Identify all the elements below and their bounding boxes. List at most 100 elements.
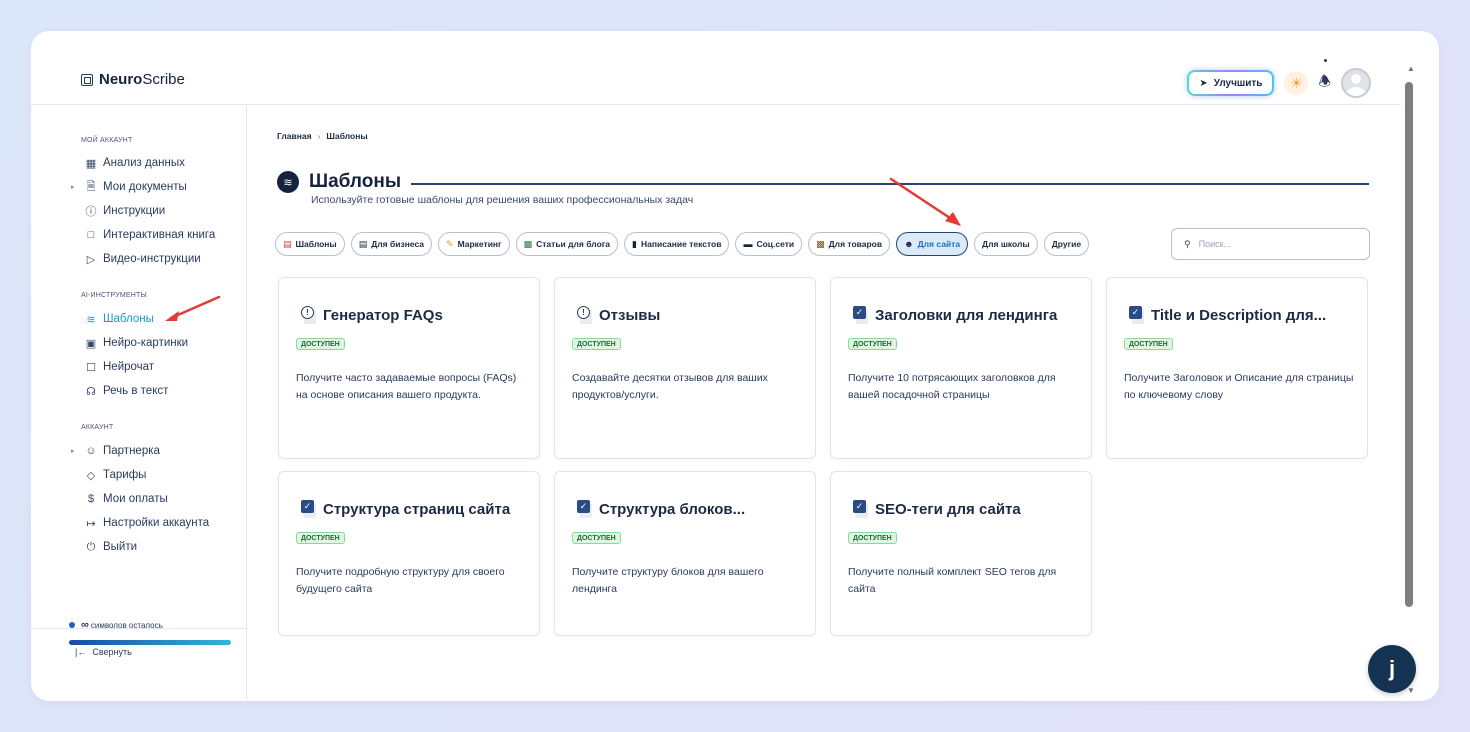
sidebar-section-my-account: МОЙ АККАУНТ: [81, 137, 133, 144]
title-rule: [411, 183, 1369, 185]
sidebar-item-tariffs[interactable]: ◇ Тарифы: [71, 465, 147, 485]
avatar[interactable]: [1341, 68, 1371, 98]
sidebar-item-label: Мои документы: [103, 181, 187, 193]
card-title: Структура блоков...: [599, 501, 746, 518]
info-document-icon: !: [577, 306, 593, 324]
top-actions: ➤ Улучшить ☀ 🕭: [1187, 59, 1371, 98]
card-description: Создавайте десятки отзывов для ваших про…: [572, 372, 768, 401]
buildings-icon: ▩: [523, 238, 533, 249]
breadcrumb: Главная › Шаблоны: [277, 131, 368, 141]
template-card-faq[interactable]: ! Генератор FAQs ДОСТУПЕН Получите часто …: [278, 277, 540, 459]
sidebar-item-instructions[interactable]: ⓘ Инструкции: [71, 201, 166, 221]
sidebar-section-account: АККАУНТ: [81, 424, 114, 431]
category-filters: ▤ Шаблоны ▤ Для бизнеса ✎ Маркетинг ▩ Статьи…: [275, 232, 1090, 256]
check-document-icon: ✓: [853, 500, 869, 518]
search-input[interactable]: [1198, 239, 1349, 249]
sidebar-item-logout[interactable]: ⏻ Выйти: [71, 537, 137, 557]
template-card-seo-tags[interactable]: ✓ SEO-теги для сайта ДОСТУПЕН Получите по…: [830, 471, 1092, 636]
power-icon: ⏻: [86, 540, 96, 553]
expand-caret-icon[interactable]: ▸: [71, 447, 79, 455]
filter-chip-other[interactable]: Другие: [1043, 232, 1090, 256]
filter-chip-social[interactable]: ▬ Соц.сети: [735, 232, 803, 256]
chat-widget-button[interactable]: j: [1368, 645, 1416, 693]
sidebar-item-label: Шаблоны: [103, 313, 154, 325]
sidebar-item-label: Инструкции: [103, 205, 166, 217]
sidebar-item-data-analysis[interactable]: ▦ Анализ данных: [71, 153, 185, 173]
filter-chip-marketing[interactable]: ✎ Маркетинг: [438, 232, 510, 256]
sidebar-item-interactive-book[interactable]: □ Интерактивная книга: [71, 225, 216, 245]
image-icon: ▣: [85, 337, 97, 350]
filter-chip-blog-articles[interactable]: ▩ Статьи для блога: [515, 232, 619, 256]
layers-icon: ≋: [86, 313, 96, 326]
theme-toggle-sun-icon[interactable]: ☀: [1284, 71, 1309, 95]
sidebar-item-label: Анализ данных: [103, 157, 185, 169]
check-document-icon: ✓: [853, 306, 869, 324]
quota-progress-bar: [69, 640, 231, 645]
card-title: Title и Description для...: [1151, 307, 1327, 324]
template-card-landing-headlines[interactable]: ✓ Заголовки для лендинга ДОСТУПЕН Получит…: [830, 277, 1092, 459]
filter-chip-school[interactable]: Для школы: [974, 232, 1038, 256]
notifications-bell-icon[interactable]: 🕭: [1318, 59, 1331, 95]
sidebar-item-partners[interactable]: ▸ ☺ Партнерка: [71, 441, 160, 461]
status-badge: ДОСТУПЕН: [1124, 338, 1173, 350]
filter-label: Для товаров: [828, 239, 883, 249]
template-card-title-description[interactable]: ✓ Title и Description для... ДОСТУПЕН Пол…: [1106, 277, 1368, 459]
check-document-icon: ✓: [577, 500, 593, 518]
logo[interactable]: NeuroScribe: [81, 71, 185, 88]
page-heading: ≋ Шаблоны Используйте готовые шаблоны дл…: [277, 171, 1369, 206]
sidebar-section-ai-tools: AI-ИНСТРУМЕНТЫ: [81, 292, 147, 299]
box-icon: ▩: [816, 238, 825, 249]
breadcrumb-current: Шаблоны: [326, 131, 368, 141]
notification-dot: [1324, 59, 1328, 62]
users-icon: ☺: [85, 445, 97, 457]
sidebar-item-neuro-images[interactable]: ▣ Нейро-картинки: [71, 333, 188, 353]
page-title: Шаблоны: [309, 171, 402, 192]
logo-light-text: Scribe: [142, 71, 185, 88]
chart-icon: ▤: [283, 238, 292, 249]
sidebar-item-video-instructions[interactable]: ▷ Видео-инструкции: [71, 249, 201, 269]
sidebar-item-neurochat[interactable]: ☐ Нейрочат: [71, 357, 154, 377]
collapse-sidebar-button[interactable]: |← Свернуть: [75, 647, 132, 657]
filter-chip-business[interactable]: ▤ Для бизнеса: [350, 232, 433, 256]
search-icon: ⚲: [1184, 238, 1191, 249]
sidebar-item-label: Видео-инструкции: [103, 253, 201, 265]
quota-progress-fill: [69, 640, 231, 645]
phone-icon: ▮: [632, 238, 637, 249]
sidebar-item-label: Нейро-картинки: [103, 337, 189, 349]
filter-label: Для бизнеса: [371, 239, 425, 249]
vertical-scrollbar[interactable]: ▲ ▼: [1401, 62, 1421, 701]
filter-chip-website[interactable]: ☻ Для сайта: [896, 232, 969, 256]
upgrade-button[interactable]: ➤ Улучшить: [1187, 70, 1274, 96]
template-card-site-structure[interactable]: ✓ Структура страниц сайта ДОСТУПЕН Получи…: [278, 471, 540, 636]
sidebar-item-label: Настройки аккаунта: [103, 517, 210, 529]
sidebar-item-account-settings[interactable]: ↦ Настройки аккаунта: [71, 513, 209, 533]
top-bar: NeuroScribe ➤ Улучшить ☀ 🕭: [31, 31, 1401, 105]
breadcrumb-home[interactable]: Главная: [277, 131, 312, 141]
template-card-reviews[interactable]: ! Отзывы ДОСТУПЕН Создавайте десятки отзы…: [554, 277, 816, 459]
sidebar: МОЙ АККАУНТ ▦ Анализ данных ▸ 🗎 Мои докум…: [31, 106, 247, 701]
sidebar-item-speech-to-text[interactable]: ☊ Речь в текст: [71, 381, 168, 401]
sidebar-item-templates[interactable]: ≋ Шаблоны: [71, 309, 154, 329]
rocket-icon: ➤: [1199, 77, 1208, 89]
login-icon: ↦: [86, 517, 96, 530]
breadcrumb-separator-icon: ›: [317, 131, 321, 141]
collapse-label: Свернуть: [92, 647, 132, 657]
scroll-down-icon[interactable]: ▼: [1407, 686, 1415, 695]
scrollbar-thumb[interactable]: [1405, 82, 1413, 607]
filter-label: Статьи для блога: [536, 239, 611, 249]
sidebar-item-my-documents[interactable]: ▸ 🗎 Мои документы: [71, 177, 187, 197]
template-card-block-structure[interactable]: ✓ Структура блоков... ДОСТУПЕН Получите с…: [554, 471, 816, 636]
status-badge: ДОСТУПЕН: [572, 532, 621, 544]
filter-chip-writing[interactable]: ▮ Написание текстов: [624, 232, 730, 256]
filter-chip-products[interactable]: ▩ Для товаров: [808, 232, 891, 256]
search-box: ⚲: [1171, 228, 1370, 260]
filter-chip-templates[interactable]: ▤ Шаблоны: [275, 232, 345, 256]
scroll-up-icon[interactable]: ▲: [1407, 64, 1415, 73]
expand-caret-icon[interactable]: ▸: [71, 183, 79, 191]
briefcase-icon: ▤: [358, 238, 368, 249]
sidebar-item-payments[interactable]: $ Мои оплаты: [71, 489, 168, 509]
document-icon: 🗎: [86, 180, 96, 193]
video-icon: ▷: [86, 253, 96, 266]
layers-icon: ≋: [277, 171, 299, 193]
card-title: Генератор FAQs: [323, 307, 443, 324]
